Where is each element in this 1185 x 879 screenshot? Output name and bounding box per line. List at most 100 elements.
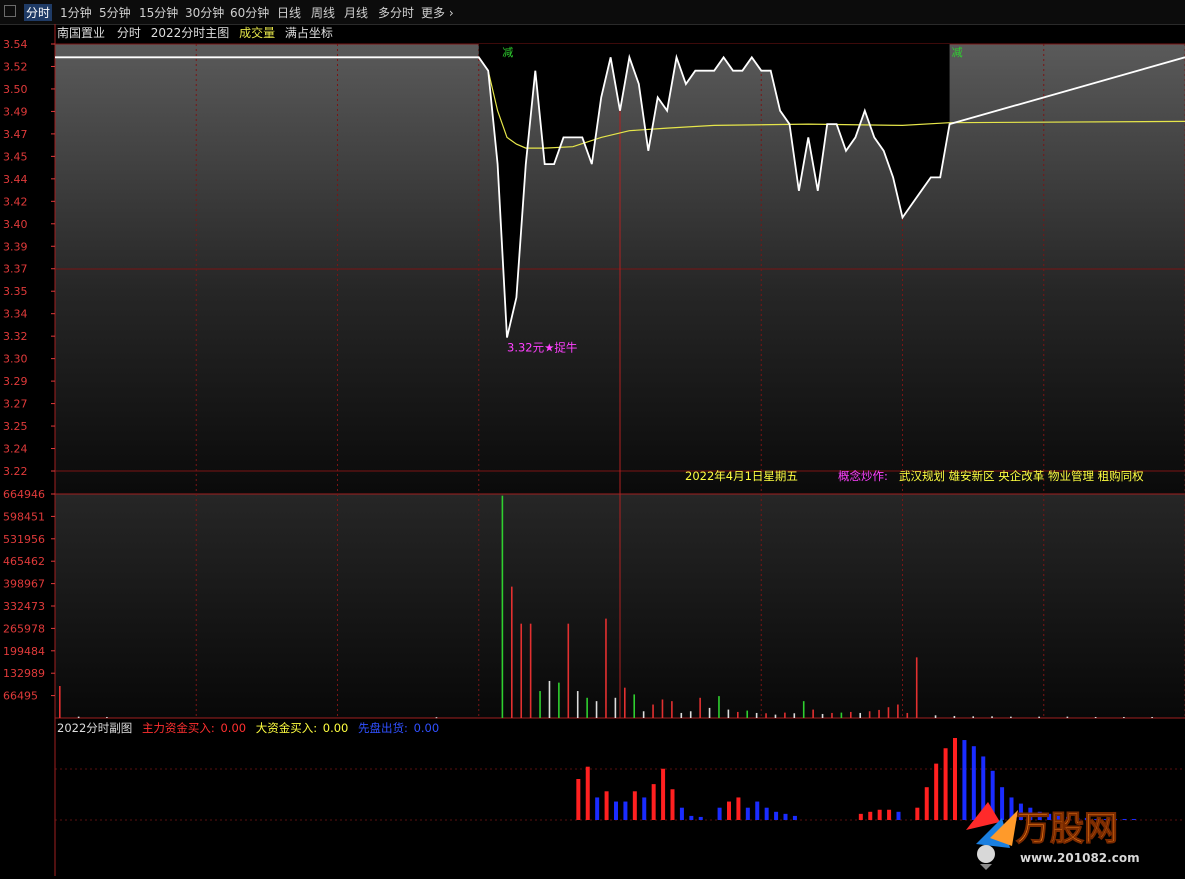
tab-1min[interactable]: 1分钟 — [60, 4, 92, 21]
volume-bar — [699, 697, 701, 718]
tab-30min[interactable]: 30分钟 — [185, 4, 224, 21]
fund-flow-bar — [792, 815, 797, 820]
price-tick-label: 3.50 — [3, 83, 28, 96]
volume-tick-label: 664946 — [3, 488, 45, 501]
volume-tick-label: 199484 — [3, 645, 45, 658]
chevron-right-icon: › — [448, 6, 454, 20]
fund-flow-bar — [614, 801, 618, 820]
volume-y-axis: 664946 598451 531956 465462 398967 332473 2659… — [3, 488, 55, 703]
fund-flow-bar — [943, 748, 948, 820]
volume-bar — [718, 696, 720, 718]
volume-bar — [595, 701, 598, 718]
chart-mode: 分时 — [117, 26, 141, 40]
volume-bar — [774, 714, 777, 718]
price-tick-label: 3.35 — [3, 285, 28, 298]
volume-bar — [746, 710, 749, 718]
main-buy-label: 主力资金买入: — [142, 721, 215, 735]
fund-flow-bar — [576, 779, 581, 820]
tab-weekly[interactable]: 周线 — [311, 4, 335, 21]
volume-bar — [793, 713, 796, 718]
volume-bar — [878, 709, 880, 718]
fund-flow-bar — [887, 809, 892, 820]
volume-bar — [539, 691, 541, 718]
volume-bar — [605, 618, 607, 718]
volume-bar — [511, 586, 513, 718]
volume-bar — [784, 712, 786, 718]
volume-tick-label: 398967 — [3, 578, 45, 591]
volume-label: 成交量 — [239, 25, 275, 40]
volume-bar — [77, 716, 80, 718]
volume-bar — [821, 713, 824, 718]
price-tick-label: 3.29 — [3, 375, 28, 388]
volume-bar — [689, 711, 692, 718]
volume-bar — [1151, 716, 1153, 718]
sell-off-label: 先盘出货: — [358, 721, 408, 735]
fund-flow-bar — [736, 797, 741, 820]
volume-bar — [727, 709, 730, 718]
volume-bar — [897, 704, 899, 718]
volume-bar — [642, 711, 645, 718]
volume-bar — [991, 716, 993, 718]
volume-bar — [859, 712, 862, 718]
fund-flow-bar — [745, 807, 750, 820]
fund-flow-bar — [670, 789, 675, 820]
fund-flow-bar — [604, 791, 609, 820]
tab-monthly[interactable]: 月线 — [344, 4, 368, 21]
volume-bar — [576, 691, 579, 718]
volume-bar — [661, 699, 664, 718]
volume-bar — [548, 680, 551, 718]
volume-tick-label: 332473 — [3, 600, 45, 613]
stock-name: 南国置业 — [57, 25, 105, 40]
tab-15min[interactable]: 15分钟 — [139, 4, 178, 21]
reduce-mark-2: 减 — [952, 46, 963, 59]
main-buy-value: 0.00 — [220, 721, 246, 735]
big-buy-label: 大资金买入: — [256, 721, 317, 735]
volume-bar — [435, 717, 438, 719]
volume-bar — [802, 701, 805, 718]
fund-flow-bar — [623, 801, 628, 820]
price-tick-label: 3.49 — [3, 105, 28, 118]
volume-tick-label: 531956 — [3, 533, 45, 546]
price-tick-label: 3.34 — [3, 308, 28, 321]
chart-area: 3.54 3.52 3.50 3.49 3.47 3.45 3.44 3.42 3.40 3.39… — [0, 24, 1185, 876]
intraday-chart: 3.54 3.52 3.50 3.49 3.47 3.45 3.44 3.42 3.40 3.39… — [3, 24, 1185, 876]
fund-flow-bar — [896, 811, 901, 820]
volume-tick-label: 265978 — [3, 622, 45, 635]
price-tick-label: 3.39 — [3, 240, 28, 253]
fund-flow-bar — [764, 807, 769, 820]
price-tick-label: 3.25 — [3, 420, 28, 433]
logo-url: www.201082.com — [1020, 851, 1140, 865]
volume-bar — [106, 716, 108, 718]
fund-flow-bar — [661, 768, 666, 820]
price-tick-label: 3.44 — [3, 173, 28, 186]
fund-flow-bar — [585, 766, 590, 820]
tab-multi-intraday[interactable]: 多分时 — [378, 4, 414, 21]
fund-flow-bar — [877, 809, 882, 820]
fund-flow-bar — [934, 763, 939, 820]
price-tick-label: 3.47 — [3, 128, 28, 141]
volume-bar — [680, 712, 683, 718]
price-tick-label: 3.52 — [3, 60, 28, 73]
tab-intraday[interactable]: 分时 — [24, 4, 53, 21]
fund-flow-bar — [642, 797, 647, 820]
price-y-axis: 3.54 3.52 3.50 3.49 3.47 3.45 3.44 3.42 3.40 3.39… — [3, 38, 55, 478]
fund-flow-bar — [689, 815, 694, 820]
tab-more[interactable]: 更多 › — [421, 4, 454, 21]
volume-bar — [934, 715, 937, 718]
collapse-icon[interactable] — [4, 5, 16, 17]
volume-bar — [633, 694, 636, 718]
price-tick-label: 3.24 — [3, 443, 28, 456]
tab-5min[interactable]: 5分钟 — [99, 4, 131, 21]
volume-bar — [953, 715, 956, 718]
fund-flow-bar — [755, 801, 760, 820]
fund-flow-bar — [717, 807, 722, 820]
tab-60min[interactable]: 60分钟 — [230, 4, 269, 21]
volume-bar — [624, 687, 626, 718]
price-tick-label: 3.27 — [3, 398, 28, 411]
volume-bar — [520, 623, 523, 718]
tab-daily[interactable]: 日线 — [277, 4, 301, 21]
volume-tick-label: 598451 — [3, 510, 45, 523]
period-toolbar: 分时 1分钟 5分钟 15分钟 30分钟 60分钟 日线 周线 月线 多分时 更… — [0, 0, 1185, 25]
volume-bar — [1010, 716, 1012, 718]
watermark-logo: 万股网 www.201082.com — [962, 796, 1162, 870]
